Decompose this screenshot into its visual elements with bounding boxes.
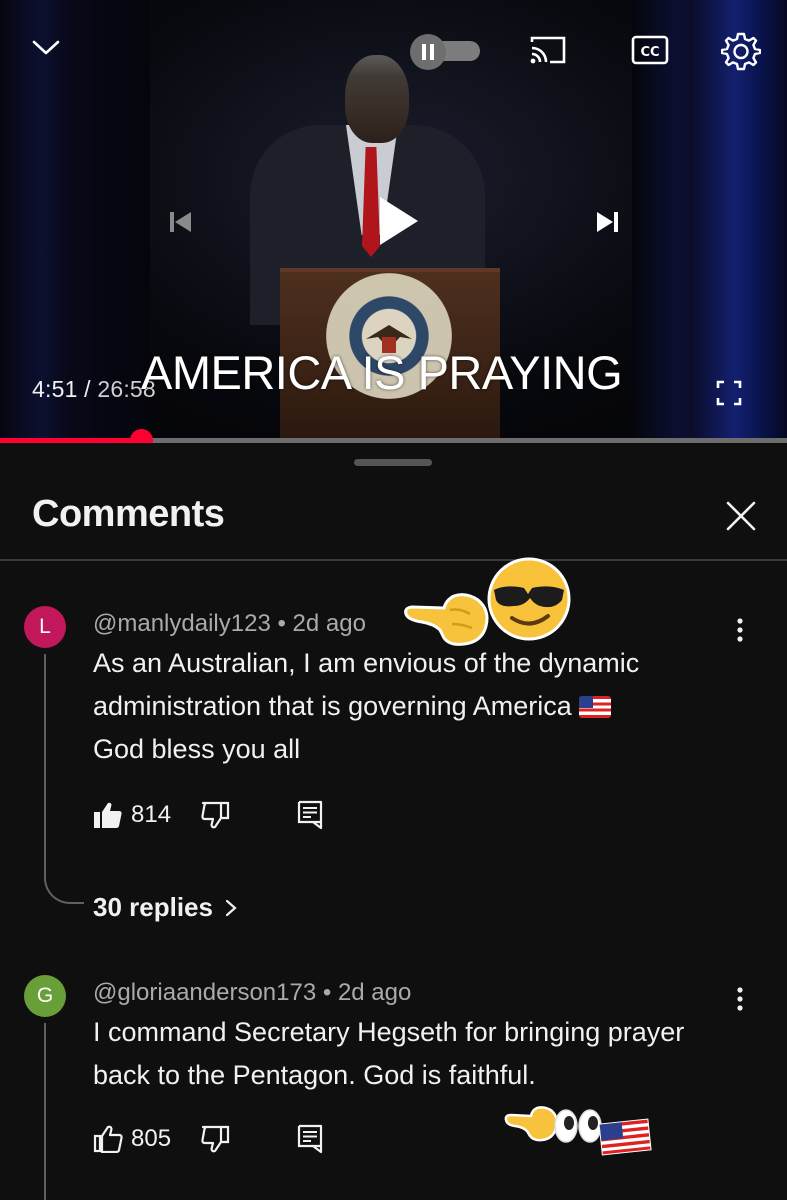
reply-button[interactable] bbox=[297, 1119, 323, 1159]
more-vert-icon bbox=[737, 987, 743, 1011]
like-count: 805 bbox=[131, 1125, 172, 1152]
thumbs-down-icon bbox=[201, 1125, 230, 1153]
previous-video-button[interactable] bbox=[160, 200, 200, 244]
comment-meta: @gloriaanderson173 • 2d ago bbox=[93, 979, 411, 1007]
view-replies-button[interactable]: 30 replies bbox=[93, 892, 237, 923]
video-overlay-title: AMERICA IS PRAYING bbox=[141, 346, 623, 399]
comment-text-line-with-flag: administration that is governing America bbox=[93, 685, 743, 728]
thread-line bbox=[44, 654, 46, 874]
dislike-button[interactable] bbox=[201, 795, 231, 835]
meta-separator: • bbox=[270, 610, 293, 637]
gear-icon bbox=[721, 32, 761, 71]
comment-text-line: administration that is governing America bbox=[93, 691, 572, 721]
collapse-player-button[interactable] bbox=[26, 30, 66, 66]
comment-text-line: God bless you all bbox=[93, 734, 301, 764]
close-icon bbox=[726, 501, 756, 531]
dislike-button[interactable] bbox=[201, 1119, 231, 1159]
like-button[interactable]: 805 bbox=[93, 1119, 171, 1159]
comment-text-line: I command Secretary Hegseth for bringing… bbox=[93, 1017, 685, 1047]
comment-age: 2d ago bbox=[292, 610, 366, 637]
closed-captions-icon: CC bbox=[631, 35, 669, 65]
video-player[interactable]: CC 4:51 / 26:58 AMERICA IS PRAYING bbox=[0, 0, 787, 442]
us-flag-icon bbox=[579, 696, 612, 718]
comments-panel-title: Comments bbox=[32, 493, 225, 535]
autoplay-knob bbox=[410, 34, 446, 70]
meta-separator: • bbox=[316, 979, 338, 1006]
fullscreen-icon bbox=[716, 380, 742, 406]
reply-button[interactable] bbox=[297, 795, 323, 835]
like-button[interactable]: 814 bbox=[93, 795, 171, 835]
thumbs-up-icon bbox=[93, 1125, 123, 1153]
more-vert-icon bbox=[737, 618, 743, 642]
play-icon bbox=[380, 197, 418, 245]
thumbs-up-filled-icon bbox=[94, 802, 122, 828]
sheet-drag-handle[interactable] bbox=[354, 459, 432, 466]
comment-thread: L @manlydaily123 • 2d ago As an Australi… bbox=[0, 602, 787, 932]
comments-panel: Comments L @manlydaily123 • 2d ago As an… bbox=[0, 443, 787, 1200]
comment-meta: @manlydaily123 • 2d ago bbox=[93, 610, 366, 638]
video-speaker bbox=[250, 55, 490, 325]
close-comments-button[interactable] bbox=[720, 495, 762, 537]
svg-text:CC: CC bbox=[640, 45, 659, 60]
comment-text-line: back to the Pentagon. God is faithful. bbox=[93, 1060, 536, 1090]
avatar-letter: L bbox=[39, 615, 51, 638]
chevron-down-icon bbox=[32, 40, 60, 55]
comment-text: As an Australian, I am envious of the dy… bbox=[93, 642, 743, 771]
eyes-icon bbox=[554, 1109, 602, 1143]
settings-button[interactable] bbox=[718, 28, 764, 74]
autoplay-toggle[interactable] bbox=[410, 34, 482, 70]
fullscreen-button[interactable] bbox=[712, 376, 746, 410]
reply-comment-icon bbox=[297, 800, 323, 830]
next-video-button[interactable] bbox=[588, 200, 628, 244]
like-count: 814 bbox=[131, 801, 172, 828]
backhand-index-pointing-right-icon bbox=[404, 593, 489, 646]
cast-button[interactable] bbox=[524, 30, 572, 70]
avatar[interactable]: G bbox=[24, 975, 66, 1017]
replies-count-label: 30 replies bbox=[93, 892, 213, 922]
reply-comment-icon bbox=[297, 1124, 323, 1154]
panel-divider bbox=[0, 559, 787, 561]
comment-age: 2d ago bbox=[337, 979, 412, 1006]
comment-author[interactable]: @manlydaily123 bbox=[93, 610, 271, 637]
avatar-letter: G bbox=[36, 984, 54, 1007]
skip-next-icon bbox=[597, 212, 618, 232]
comment-thread: G @gloriaanderson173 • 2d ago I command … bbox=[0, 971, 787, 1200]
thread-line-curve bbox=[44, 868, 84, 904]
us-flag-icon bbox=[598, 1118, 652, 1156]
chevron-right-icon bbox=[225, 899, 237, 916]
comment-text: I command Secretary Hegseth for bringing… bbox=[93, 1011, 743, 1097]
comment-author[interactable]: @gloriaanderson173 bbox=[93, 979, 316, 1006]
smiling-face-with-sunglasses-icon bbox=[487, 557, 571, 641]
thumbs-down-icon bbox=[201, 801, 230, 829]
time-separator: / bbox=[77, 376, 98, 402]
video-timecode: 4:51 / 26:58 bbox=[32, 376, 156, 403]
captions-button[interactable]: CC bbox=[628, 30, 672, 70]
play-button[interactable] bbox=[368, 188, 428, 254]
pause-icon bbox=[422, 44, 434, 60]
skip-previous-icon bbox=[170, 212, 191, 232]
current-time: 4:51 bbox=[32, 376, 78, 402]
thread-line bbox=[44, 1023, 46, 1200]
cast-icon bbox=[530, 36, 566, 64]
backhand-index-pointing-right-icon bbox=[504, 1106, 559, 1142]
avatar[interactable]: L bbox=[24, 606, 66, 648]
